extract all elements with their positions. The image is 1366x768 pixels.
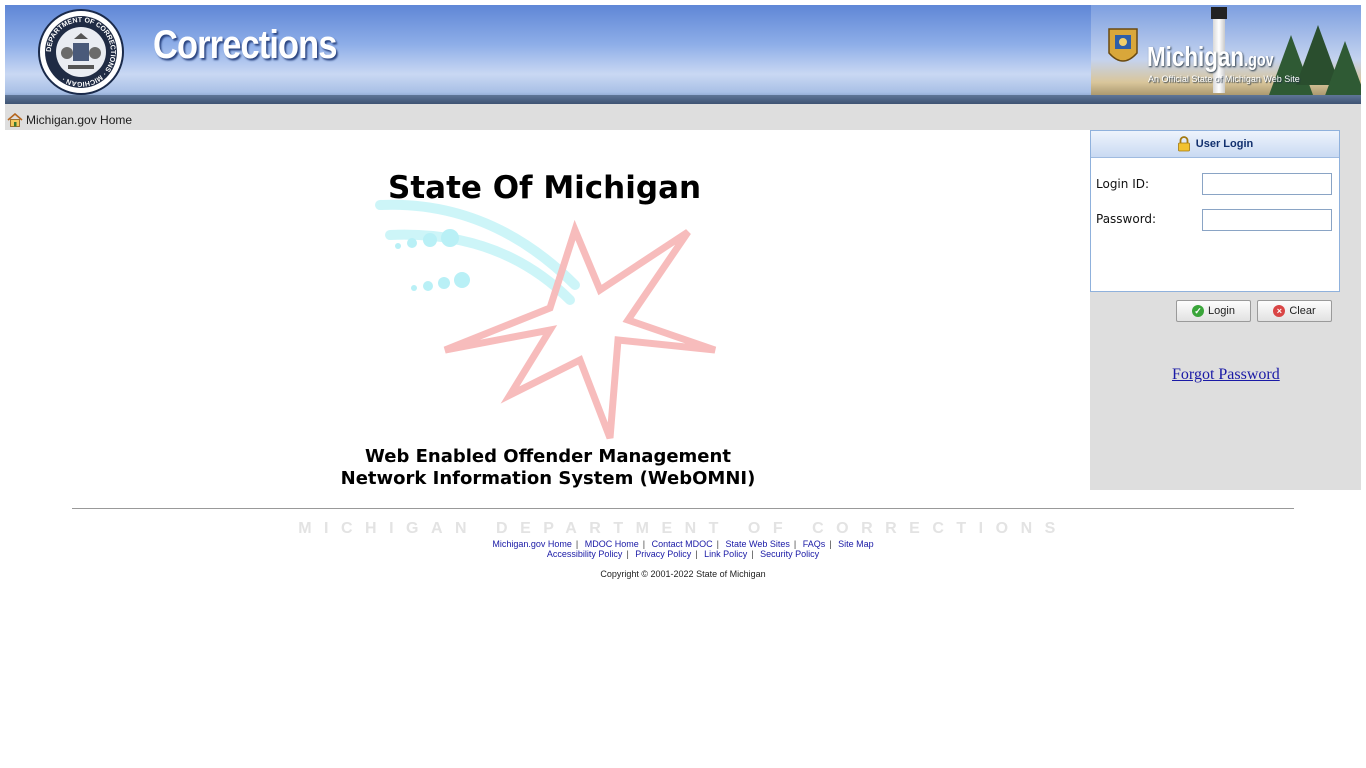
footer-link-state-web-sites[interactable]: State Web Sites <box>726 539 790 549</box>
home-link-label: Michigan.gov Home <box>26 113 133 127</box>
state-coat-of-arms-icon <box>61 33 101 69</box>
michigan-gov-logo: Michigan.gov <box>1147 41 1274 73</box>
footer-link-security-policy[interactable]: Security Policy <box>760 549 819 559</box>
seal-center <box>56 27 106 77</box>
header-banner: DEPARTMENT OF CORRECTIONS · MICHIGAN · C… <box>5 5 1361 104</box>
login-button[interactable]: ✓ Login <box>1176 300 1251 322</box>
footer-links-row-1: Michigan.gov Home | MDOC Home | Contact MD… <box>492 539 874 549</box>
password-input[interactable] <box>1202 209 1332 231</box>
michigan-gov-home-link[interactable]: Michigan.gov Home <box>7 112 133 127</box>
footer-link-contact-mdoc[interactable]: Contact MDOC <box>652 539 713 549</box>
footer-link-michigan-gov-home[interactable]: Michigan.gov Home <box>492 539 572 549</box>
login-button-label: Login <box>1208 305 1235 317</box>
starburst-graphic <box>375 199 717 440</box>
brand-name: Michigan <box>1147 41 1245 72</box>
system-description: Web Enabled Offender Management Network … <box>318 446 778 490</box>
department-watermark: MICHIGAN DEPARTMENT OF CORRECTIONS <box>298 520 1068 537</box>
brand-tagline: An Official State of Michigan Web Site <box>1148 74 1300 84</box>
login-panel: User Login Login ID: Password: ✓ Login ×… <box>1090 130 1361 490</box>
login-form: User Login Login ID: Password: <box>1090 130 1340 292</box>
footer-link-accessibility-policy[interactable]: Accessibility Policy <box>547 549 623 559</box>
footer-divider <box>72 508 1294 509</box>
password-label: Password: <box>1096 212 1157 226</box>
tree-shape <box>1323 41 1361 101</box>
clear-button-label: Clear <box>1289 305 1316 317</box>
footer-link-site-map[interactable]: Site Map <box>838 539 874 549</box>
login-header: User Login <box>1091 131 1339 158</box>
house-icon <box>7 112 23 127</box>
red-x-icon: × <box>1273 305 1286 317</box>
subtitle-line-1: Web Enabled Offender Management <box>365 446 731 467</box>
padlock-icon <box>1177 136 1191 152</box>
brand-suffix: .gov <box>1244 50 1274 70</box>
footer-link-faqs[interactable]: FAQs <box>803 539 826 549</box>
site-title: Corrections <box>153 23 337 67</box>
footer-link-mdoc-home[interactable]: MDOC Home <box>585 539 639 549</box>
footer-link-privacy-policy[interactable]: Privacy Policy <box>635 549 691 559</box>
michigan-seal-icon <box>1108 28 1138 62</box>
login-id-label: Login ID: <box>1096 177 1150 191</box>
copyright-notice: Copyright © 2001-2022 State of Michigan <box>600 569 766 579</box>
navigation-bar: Michigan.gov Home <box>5 104 1361 130</box>
footer-links-row-2: Accessibility Policy | Privacy Policy | Li… <box>546 549 820 559</box>
clear-button[interactable]: × Clear <box>1257 300 1332 322</box>
login-id-input[interactable] <box>1202 173 1332 195</box>
forgot-password-link[interactable]: Forgot Password <box>1172 366 1280 384</box>
banner-bottom-band <box>5 95 1361 104</box>
department-seal-logo: DEPARTMENT OF CORRECTIONS · MICHIGAN · <box>38 9 124 95</box>
login-header-label: User Login <box>1195 138 1254 150</box>
green-check-icon: ✓ <box>1192 305 1205 317</box>
footer-link-link-policy[interactable]: Link Policy <box>704 549 747 559</box>
subtitle-line-2: Network Information System (WebOMNI) <box>340 468 756 489</box>
